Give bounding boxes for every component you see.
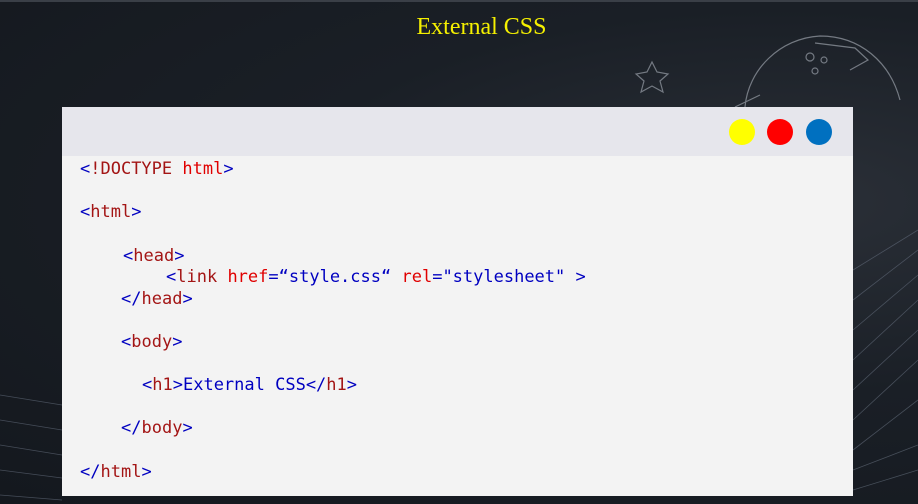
code-line-doctype: <!DOCTYPE html> bbox=[80, 159, 234, 179]
code-line-h1: <h1>External CSS</h1> bbox=[142, 375, 358, 395]
star-icon bbox=[634, 60, 670, 94]
code-line-html-open: <html> bbox=[80, 202, 142, 222]
blue-window-button[interactable] bbox=[806, 119, 832, 145]
code-window: <!DOCTYPE html> <html> <head> <link href… bbox=[62, 107, 853, 496]
slide-title: External CSS bbox=[416, 14, 547, 40]
code-line-body-open: <body> bbox=[121, 332, 183, 352]
code-line-html-close: </html> bbox=[80, 462, 152, 482]
code-line-head-open: <head> bbox=[123, 246, 185, 266]
yellow-window-button[interactable] bbox=[729, 119, 755, 145]
window-titlebar bbox=[62, 107, 853, 156]
red-window-button[interactable] bbox=[767, 119, 793, 145]
code-line-link: <link href=“style.css“ rel="stylesheet" … bbox=[166, 267, 586, 287]
code-block: <!DOCTYPE html> <html> <head> <link href… bbox=[62, 107, 586, 487]
code-line-body-close: </body> bbox=[121, 418, 193, 438]
code-line-head-close: </head> bbox=[121, 289, 193, 309]
